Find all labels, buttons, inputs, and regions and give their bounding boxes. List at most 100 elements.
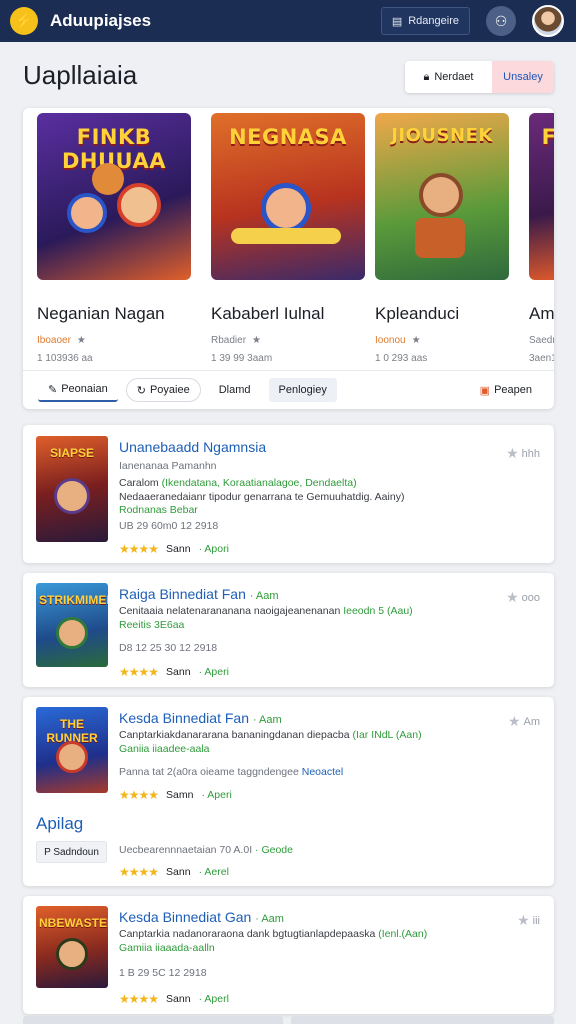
item-title[interactable]: Kesda Binnediat Gan · Aam — [119, 909, 284, 925]
character-figure — [117, 183, 161, 227]
star-icon: ★ — [506, 589, 519, 605]
item-meta: UB 29 60m0 12 2918 — [119, 520, 219, 532]
tab-peapen[interactable]: ▣ Peapen — [470, 378, 542, 402]
description-tags: Ieeodn 5 (Aau) — [343, 605, 413, 617]
star-icon: ★ — [507, 713, 521, 729]
favorite-button[interactable]: ★ iii — [517, 912, 540, 929]
avatar[interactable] — [532, 5, 564, 37]
star-icon: ★ — [76, 335, 86, 346]
status-badge: · Aperl — [198, 993, 229, 1005]
tab-penlogiey[interactable]: Penlogiey — [268, 378, 337, 402]
item-rating: ★★★★ Sann · Apori — [119, 542, 229, 556]
item-title[interactable]: Kesda Binnediat Fan · Aam — [119, 710, 282, 726]
item-meta: Panna tat 2(a0ra oieame taggndengee Neoa… — [119, 766, 343, 778]
star-icon: ★ — [506, 445, 519, 461]
item-description: Caralom (Ikendatana, Koraatianalagoe, De… — [119, 477, 357, 489]
meta-link[interactable]: Neoactel — [302, 766, 343, 778]
list-thumbnail[interactable]: SIAPSE — [36, 436, 108, 542]
section-filter-chip[interactable]: P Sadndoun — [36, 841, 107, 863]
item-description: Cenitaaia nelatenarananana naoigajeanena… — [119, 605, 413, 617]
favorite-button[interactable]: ★ Am — [508, 713, 540, 730]
featured-name: Am — [529, 304, 554, 323]
item-title[interactable]: Raiga Binnediat Fan · Aam — [119, 586, 279, 602]
character-body — [415, 218, 465, 258]
item-title-text: Kesda Binnediat Gan — [119, 909, 252, 925]
rating-value: Samn — [166, 789, 194, 801]
list-thumbnail[interactable]: NBEWASTERS — [36, 906, 108, 988]
description-text: Canptarkiakdanararana bananingdanan diep… — [119, 729, 350, 741]
featured-thumbnail[interactable]: F — [529, 113, 554, 280]
list-item[interactable]: STRIKMIMERS Raiga Binnediat Fan · Aam Ce… — [23, 573, 554, 687]
tab-label: Dlamd — [218, 384, 251, 396]
refresh-icon: ↻ — [136, 384, 146, 397]
user-icon-button[interactable]: ⚇ — [486, 6, 516, 36]
featured-thumbnail[interactable]: JIOUSNEK — [375, 113, 509, 280]
character-figure — [261, 183, 311, 233]
pencil-icon: ✎ — [48, 383, 58, 396]
favorite-button[interactable]: ★ hhh — [506, 445, 540, 462]
thumbnail-title: NEGNASA — [229, 125, 347, 149]
thumbnail-title: JIOUSNEK — [391, 125, 493, 146]
section-title: Apilag — [36, 814, 84, 833]
featured-card[interactable]: FINKB DHUUAA Neganian Nagan Iboaoer ★ 1 1… — [37, 108, 191, 364]
featured-size: 3aen1 — [529, 353, 554, 364]
register-button[interactable]: ▤ Rdangeire — [380, 7, 470, 35]
document-icon: ▤ — [391, 15, 403, 28]
list-thumbnail[interactable]: THE RUNNER — [36, 707, 108, 793]
star-rating-icon: ★★★★ — [119, 992, 159, 1006]
character-figure — [419, 173, 463, 217]
favorite-label: iii — [532, 914, 540, 927]
item-description-line: Nedaaeranedaianr tipodur genarrana te Ge… — [119, 491, 405, 503]
rating-label: Rbadier — [211, 335, 247, 346]
status-badge: · Apori — [198, 543, 229, 555]
list-item[interactable]: THE RUNNER Kesda Binnediat Fan · Aam Can… — [23, 697, 554, 886]
featured-thumbnail[interactable]: NEGNASA — [211, 113, 365, 280]
tab-dlamd[interactable]: Dlamd — [209, 378, 261, 402]
featured-tabs: ✎ Peonaian ↻ Poyaiee Dlamd Penlogiey ▣ P… — [23, 370, 554, 409]
character-figure — [56, 741, 88, 773]
featured-carousel: FINKB DHUUAA Neganian Nagan Iboaoer ★ 1 1… — [23, 108, 554, 409]
featured-card[interactable]: JIOUSNEK Kpleanduci Ioonou ★ 1 0 293 aas — [375, 108, 509, 364]
item-meta: D8 12 25 30 12 2918 — [119, 642, 218, 654]
tab-peonaian[interactable]: ✎ Peonaian — [38, 378, 118, 402]
top-bar: ⚡ Aduupiajses ▤ Rdangeire ⚇ — [0, 0, 576, 42]
next-card-peek — [23, 1016, 283, 1024]
rating-label: Iboaoer — [37, 335, 71, 346]
character-figure — [67, 193, 107, 233]
item-meta: 1 B 29 5C 12 2918 — [119, 967, 207, 979]
tab-label: Peapen — [494, 384, 532, 396]
featured-size: 1 39 99 3aam — [211, 353, 273, 364]
star-icon: ★ — [517, 912, 530, 928]
toggle-option-a-label: Nerdaet — [434, 71, 474, 83]
item-title-text: Raiga Binnediat Fan — [119, 586, 246, 602]
description-tags: (Ikendatana, Koraatianalagoe, Dendaelta) — [161, 477, 357, 489]
item-title-text: Kesda Binnediat Fan — [119, 710, 249, 726]
list-item[interactable]: SIAPSE Unanebaadd Ngamnsia Ianenanaa Pam… — [23, 425, 554, 563]
list-item[interactable]: NBEWASTERS Kesda Binnediat Gan · Aam Can… — [23, 896, 554, 1014]
favorite-button[interactable]: ★ ooo — [506, 589, 540, 606]
star-rating-icon: ★★★★ — [119, 665, 159, 679]
tab-label: Penlogiey — [278, 384, 327, 396]
status-badge: · Aperi — [201, 789, 232, 801]
speed-streak — [231, 228, 341, 244]
item-rating: ★★★★ Sann · Aperi — [119, 665, 229, 679]
item-description: Canptarkiakdanararana bananingdanan diep… — [119, 729, 422, 741]
featured-card[interactable]: NEGNASA Kababerl Iulnal Rbadier ★ 1 39 99… — [211, 108, 365, 364]
thumbnail-title: F — [541, 125, 554, 149]
featured-card[interactable]: F Am Saedr 3aen1 — [529, 108, 554, 364]
featured-thumbnail[interactable]: FINKB DHUUAA — [37, 113, 191, 280]
tab-poyaiee[interactable]: ↻ Poyaiee — [125, 378, 201, 402]
meta-text: Panna tat 2(a0ra oieame taggndengee — [119, 766, 299, 778]
list-thumbnail[interactable]: STRIKMIMERS — [36, 583, 108, 667]
item-title[interactable]: Unanebaadd Ngamnsia — [119, 439, 266, 455]
featured-rating: Iboaoer ★ — [37, 335, 191, 346]
app-logo[interactable]: ⚡ — [10, 7, 38, 35]
status-badge: · Aperi — [198, 666, 229, 678]
register-label: Rdangeire — [408, 15, 459, 27]
toggle-option-a[interactable]: 🔒︎ Nerdaet — [405, 61, 492, 93]
status-badge: · Aerel — [198, 866, 229, 878]
toggle-option-b[interactable]: Unsaley — [492, 61, 554, 93]
rating-label: Ioonou — [375, 335, 406, 346]
featured-rating: Saedr — [529, 335, 554, 346]
thumbnail-title: SIAPSE — [49, 446, 94, 460]
